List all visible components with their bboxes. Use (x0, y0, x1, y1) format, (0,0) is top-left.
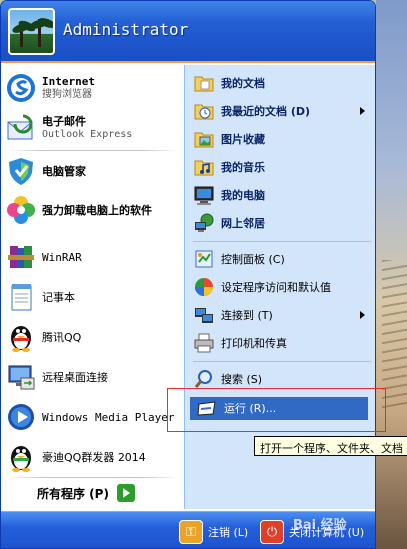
program-notepad[interactable]: 记事本 (5, 279, 181, 315)
uninstaller-flower-icon (5, 194, 37, 226)
program-uninstaller[interactable]: 强力卸载电脑上的软件 (5, 192, 181, 228)
network-places-label: 网上邻居 (221, 217, 265, 230)
windows-media-player-icon (5, 401, 37, 433)
user-avatar[interactable] (8, 8, 55, 55)
all-programs-label: 所有程序 (P) (37, 486, 109, 501)
control-panel-item[interactable]: 控制面板 (C) (193, 245, 371, 273)
pc-manager-shield-icon (5, 155, 37, 187)
pinned-internet-title: Internet (42, 75, 95, 88)
connect-to-label: 连接到 (T) (221, 309, 273, 322)
separator (193, 241, 371, 242)
network-connection-icon (193, 304, 215, 326)
program-winrar[interactable]: WinRAR (5, 239, 181, 275)
pinned-email[interactable]: 电子邮件 Outlook Express (5, 110, 181, 146)
network-globe-icon (193, 212, 215, 234)
set-program-access-item[interactable]: 设定程序访问和默认值 (193, 273, 371, 301)
printers-faxes-label: 打印机和传真 (221, 337, 287, 350)
set-program-access-label: 设定程序访问和默认值 (221, 281, 331, 294)
my-computer-item[interactable]: 我的电脑 (193, 181, 371, 209)
my-documents-label: 我的文档 (221, 77, 265, 90)
folder-documents-icon (193, 72, 215, 94)
winrar-books-icon (5, 241, 37, 273)
program-access-icon (193, 276, 215, 298)
pictures-folder-icon (193, 128, 215, 150)
connect-to-item[interactable]: 连接到 (T) (193, 301, 371, 329)
user-name: Administrator (63, 20, 189, 39)
program-pc-manager[interactable]: 电脑管家 (5, 153, 181, 189)
pinned-email-title: 电子邮件 (42, 115, 86, 128)
printer-icon (193, 332, 215, 354)
tooltip: 打开一个程序、文件夹、文档 (254, 436, 407, 456)
recent-documents-icon (193, 100, 215, 122)
control-panel-icon (193, 248, 215, 270)
submenu-arrow-icon (360, 311, 365, 319)
start-menu-footer: ⚿ 注销 (L) ⏻ 关闭计算机 (U) Bai 经验 (1, 511, 375, 548)
watermark: Bai 经验 (293, 518, 347, 533)
my-documents-item[interactable]: 我的文档 (193, 69, 371, 97)
recent-documents-label: 我最近的文档 (D) (221, 105, 311, 118)
program-label: 强力卸载电脑上的软件 (42, 204, 152, 217)
program-label: Windows Media Player (42, 410, 175, 424)
program-remote-desktop[interactable]: 远程桌面连接 (5, 359, 181, 395)
program-label: 远程桌面连接 (42, 371, 108, 384)
program-qq-sender[interactable]: 豪迪QQ群发器 2014 (5, 439, 181, 475)
music-folder-icon (193, 156, 215, 178)
program-label: 记事本 (42, 291, 75, 304)
qq-sender-penguin-icon (5, 441, 37, 473)
search-label: 搜索 (S) (221, 373, 263, 386)
start-menu-header: Administrator (1, 1, 375, 63)
program-label: 腾讯QQ (42, 331, 82, 344)
pinned-internet[interactable]: Internet 搜狗浏览器 (5, 70, 181, 106)
outlook-express-icon (5, 112, 37, 144)
printers-faxes-item[interactable]: 打印机和传真 (193, 329, 371, 357)
highlight-annotation-box (167, 388, 386, 432)
power-icon: ⏻ (260, 520, 284, 544)
pinned-email-subtitle: Outlook Express (42, 129, 133, 140)
my-pictures-item[interactable]: 图片收藏 (193, 125, 371, 153)
recent-documents-item[interactable]: 我最近的文档 (D) (193, 97, 371, 125)
key-icon: ⚿ (179, 520, 203, 544)
program-qq[interactable]: 腾讯QQ (5, 319, 181, 355)
pinned-internet-subtitle: 搜狗浏览器 (42, 89, 92, 100)
all-programs-button[interactable]: 所有程序 (P) (37, 484, 135, 502)
qq-penguin-icon (5, 321, 37, 353)
my-music-label: 我的音乐 (221, 161, 265, 174)
notepad-icon (5, 281, 37, 313)
separator (193, 361, 371, 362)
remote-desktop-icon (5, 361, 37, 393)
program-label: WinRAR (42, 250, 82, 264)
start-menu: Administrator Internet 搜狗浏览器 电子邮件 Outloo… (0, 0, 376, 549)
program-windows-media-player[interactable]: Windows Media Player (5, 399, 181, 435)
separator (9, 477, 177, 478)
program-label: 电脑管家 (42, 165, 86, 178)
computer-icon (193, 184, 215, 206)
my-pictures-label: 图片收藏 (221, 133, 265, 146)
sogou-browser-icon (5, 72, 37, 104)
separator (9, 150, 177, 151)
green-arrow-icon (116, 484, 135, 502)
submenu-arrow-icon (360, 107, 365, 115)
my-computer-label: 我的电脑 (221, 189, 265, 202)
left-panel: Internet 搜狗浏览器 电子邮件 Outlook Express 电脑管家 (1, 65, 184, 509)
my-music-item[interactable]: 我的音乐 (193, 153, 371, 181)
search-magnifier-icon (193, 368, 215, 390)
logoff-button[interactable]: ⚿ 注销 (L) (179, 520, 248, 544)
network-places-item[interactable]: 网上邻居 (193, 209, 371, 237)
control-panel-label: 控制面板 (C) (221, 253, 285, 266)
program-label: 豪迪QQ群发器 2014 (42, 451, 146, 464)
logoff-label: 注销 (L) (208, 526, 249, 539)
